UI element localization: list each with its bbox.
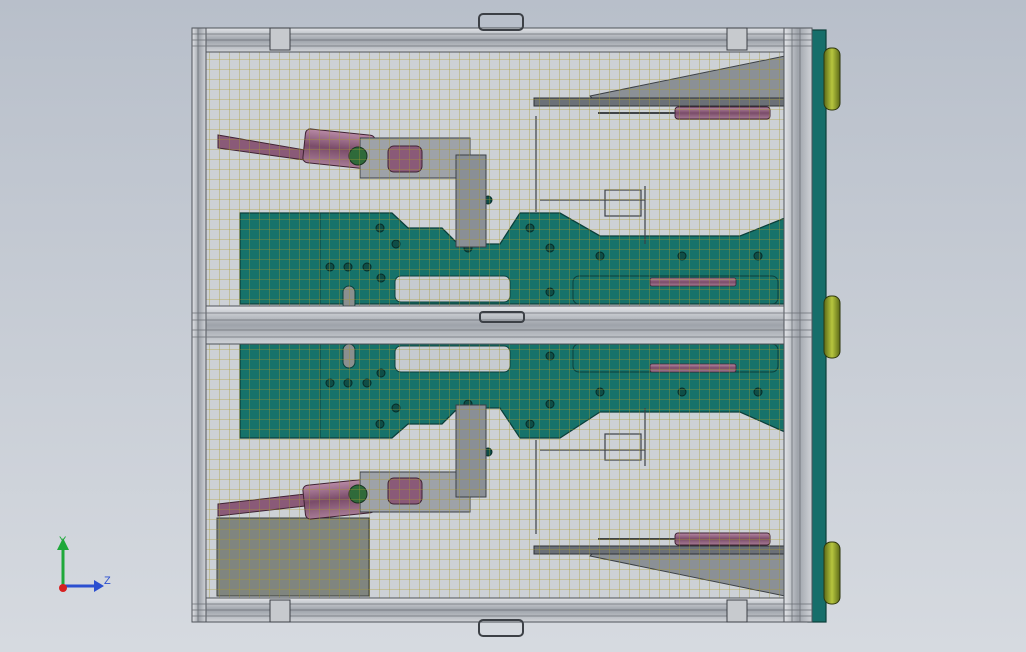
wheel-middle	[823, 295, 841, 359]
rail-left	[191, 27, 207, 623]
cad-viewport[interactable]: Y Z	[0, 0, 1026, 652]
axis-z-arrow	[94, 580, 104, 592]
wheel-top	[823, 47, 841, 111]
axis-y-label: Y	[59, 535, 67, 547]
axis-z-label: Z	[104, 575, 111, 587]
axis-x-dot	[59, 584, 67, 592]
cad-drawing[interactable]: Y Z	[0, 0, 1026, 652]
rail-right	[783, 27, 813, 623]
axis-triad: Y Z	[57, 535, 111, 592]
wheel-bottom	[823, 541, 841, 605]
